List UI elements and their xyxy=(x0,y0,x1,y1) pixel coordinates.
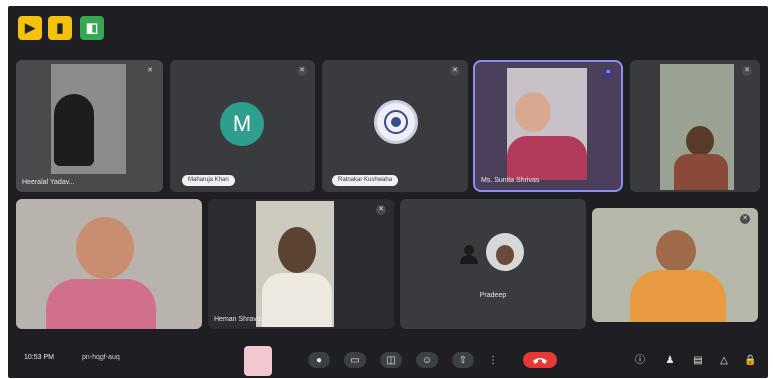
participant-face xyxy=(496,245,514,265)
clock-time: 10:53 PM xyxy=(24,354,54,361)
chat-icon[interactable]: ▤ xyxy=(692,355,704,367)
participant-name: Pradeep xyxy=(479,292,507,299)
captions-icon[interactable]: ◫ xyxy=(380,352,402,368)
participant-tile-1[interactable]: ✕ Heeralal Yadav... xyxy=(16,60,163,192)
yellow-note-icon-glyph: ▮ xyxy=(56,20,64,35)
participant-name: Heeralal Yadav... xyxy=(22,179,75,186)
more-icon[interactable]: ⋮ xyxy=(488,352,498,368)
participant-face xyxy=(686,126,714,156)
participant-avatar xyxy=(486,233,524,271)
participant-tile-4-speaking[interactable]: ≡ Ms. Sunita Shrivas xyxy=(473,60,623,192)
info-icon[interactable]: ⓘ xyxy=(634,355,646,367)
people-icon[interactable]: ♟ xyxy=(664,355,676,367)
speaking-indicator-icon: ≡ xyxy=(603,68,613,78)
mic-off-icon: ✕ xyxy=(450,66,460,76)
people-icon xyxy=(458,243,480,265)
present-icon[interactable]: ⇧ xyxy=(452,352,474,368)
meeting-code: pn-hqgf-auq xyxy=(82,354,120,361)
participant-face xyxy=(76,217,134,279)
participant-clothing xyxy=(674,154,728,190)
mic-off-icon: ✕ xyxy=(742,66,752,76)
green-app-icon[interactable]: ◧ xyxy=(80,16,104,40)
yellow-note-icon[interactable]: ▮ xyxy=(48,16,72,40)
host-controls-icon[interactable]: 🔒 xyxy=(744,355,756,367)
participant-tile-8[interactable]: Pradeep xyxy=(400,199,586,329)
participant-tile-2[interactable]: M ✕ Maharuja Khan xyxy=(170,60,315,192)
participant-tile-5[interactable]: ✕ xyxy=(630,60,760,192)
mic-off-icon: ✕ xyxy=(297,66,307,76)
yellow-app-icon-glyph: ▶ xyxy=(25,20,35,35)
seal-icon xyxy=(384,110,408,134)
participant-silhouette xyxy=(54,94,94,166)
participant-tile-6[interactable] xyxy=(16,199,202,329)
yellow-app-icon[interactable]: ▶ xyxy=(18,16,42,40)
activities-icon[interactable]: △ xyxy=(718,355,730,367)
self-view-thumbnail[interactable] xyxy=(244,346,272,376)
avatar-initial: M xyxy=(232,111,252,136)
participant-avatar: M xyxy=(220,102,264,146)
bottom-control-bar: 10:53 PM pn-hqgf-auq ● ▭ ◫ ☺ ⇧ ⋮ ⓘ ♟ ▤ △… xyxy=(8,342,768,378)
meet-window: ▶ ▮ ◧ ✕ Heeralal Yadav... M ✕ Maharuja K… xyxy=(8,6,768,378)
mic-off-icon: ✕ xyxy=(376,205,386,215)
participant-name: Ms. Sunita Shrivas xyxy=(481,177,540,184)
mic-icon[interactable]: ● xyxy=(308,352,330,368)
participant-face xyxy=(656,230,696,272)
top-bar: ▶ ▮ ◧ xyxy=(8,6,768,54)
participant-name-pill: Maharuja Khan xyxy=(182,175,235,186)
participant-face xyxy=(515,92,551,132)
mic-off-icon: ✕ xyxy=(740,214,750,224)
camera-icon[interactable]: ▭ xyxy=(344,352,366,368)
mic-off-icon: ✕ xyxy=(145,66,155,76)
participant-clothing xyxy=(630,270,726,322)
participant-name: Heman Shravankar xyxy=(214,316,275,323)
hang-up-icon xyxy=(533,358,547,364)
emoji-icon[interactable]: ☺ xyxy=(416,352,438,368)
participant-face xyxy=(278,227,316,273)
participant-tile-7[interactable]: ✕ Heman Shravankar xyxy=(208,199,394,329)
participant-clothing xyxy=(46,279,156,329)
participant-clothing xyxy=(507,136,587,180)
participant-avatar xyxy=(374,100,418,144)
end-call-button[interactable] xyxy=(523,352,557,368)
participant-tile-3[interactable]: ✕ Ratnakar Kushwaha xyxy=(322,60,468,192)
green-app-icon-glyph: ◧ xyxy=(85,20,99,35)
participant-tile-9[interactable]: ✕ xyxy=(592,208,758,322)
participant-name-pill: Ratnakar Kushwaha xyxy=(332,175,399,186)
